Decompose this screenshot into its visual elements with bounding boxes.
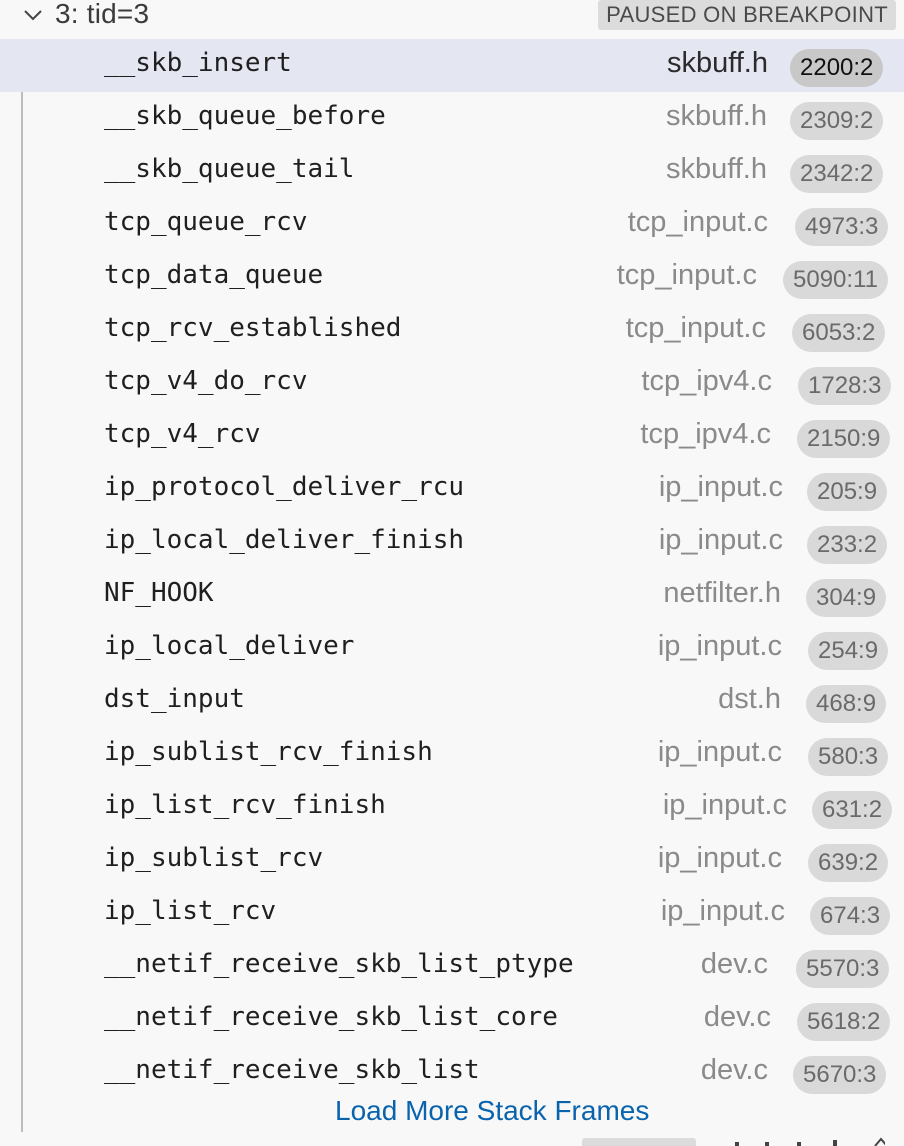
- frame-file-name: skbuff.h: [666, 47, 768, 79]
- frame-line-badge: 2150:9: [797, 420, 891, 458]
- frame-line-badge: 4973:3: [795, 208, 889, 246]
- frame-file-name: netfilter.h: [663, 577, 781, 609]
- frame-function-name: __skb_insert: [104, 48, 292, 78]
- frame-line-badge: 304:9: [806, 579, 887, 617]
- frame-file-name: skbuff.h: [665, 153, 767, 185]
- frame-file-name: tcp_input.c: [627, 206, 768, 238]
- frame-function-name: __netif_receive_skb_list: [104, 1055, 480, 1085]
- frame-line-badge: 254:9: [808, 632, 889, 670]
- frame-function-name: ip_protocol_deliver_rcu: [104, 472, 465, 502]
- stack-frame-row[interactable]: tcp_v4_do_rcv tcp_ipv4.c 1728:3: [0, 357, 904, 410]
- frame-file-name: tcp_input.c: [625, 312, 766, 344]
- frame-function-name: ip_local_deliver: [104, 631, 355, 661]
- frame-function-name: dst_input: [104, 684, 245, 714]
- frame-file-name: ip_input.c: [660, 895, 785, 927]
- stack-frame-row[interactable]: tcp_queue_rcv tcp_input.c 4973:3: [0, 198, 904, 251]
- stack-frame-row[interactable]: __skb_insert skbuff.h 2200:2: [0, 39, 904, 92]
- stack-frame-row[interactable]: ip_sublist_rcv_finish ip_input.c 580:3: [0, 728, 904, 781]
- chevron-down-icon[interactable]: [22, 4, 44, 26]
- frame-line-badge: 580:3: [808, 738, 889, 776]
- frame-function-name: __skb_queue_tail: [104, 154, 355, 184]
- frame-line-badge: 2200:2: [790, 49, 884, 87]
- stack-frame-row[interactable]: __skb_queue_before skbuff.h 2309:2: [0, 92, 904, 145]
- stack-frame-row[interactable]: ip_list_rcv ip_input.c 674:3: [0, 887, 904, 940]
- frame-line-badge: 468:9: [806, 685, 887, 723]
- frame-function-name: tcp_rcv_established: [104, 313, 402, 343]
- frame-line-badge: 631:2: [812, 791, 893, 829]
- stack-frame-row[interactable]: __netif_receive_skb_list_ptype dev.c 5570:…: [0, 940, 904, 993]
- frame-line-badge: 5570:3: [796, 950, 890, 988]
- frame-file-name: ip_input.c: [662, 789, 787, 821]
- stack-frame-row[interactable]: __netif_receive_skb_list_core dev.c 5618:2: [0, 993, 904, 1046]
- frame-function-name: tcp_v4_do_rcv: [104, 366, 308, 396]
- frame-line-badge: 674:3: [810, 897, 891, 935]
- frame-file-name: tcp_input.c: [616, 259, 757, 291]
- stack-frame-row[interactable]: ip_local_deliver_finish ip_input.c 233:2: [0, 516, 904, 569]
- frame-function-name: __skb_queue_before: [104, 101, 386, 131]
- frame-function-name: tcp_v4_rcv: [104, 419, 261, 449]
- frame-file-name: ip_input.c: [658, 471, 783, 503]
- frame-file-name: dst.h: [718, 683, 781, 715]
- frame-function-name: NF_HOOK: [104, 578, 214, 608]
- frame-line-badge: 6053:2: [792, 314, 886, 352]
- thread-header[interactable]: 3: tid=3 PAUSED ON BREAKPOINT: [0, 0, 904, 34]
- frame-line-badge: 1728:3: [798, 367, 892, 405]
- frame-file-name: tcp_ipv4.c: [640, 418, 771, 450]
- frame-line-badge: 2309:2: [790, 102, 884, 140]
- stack-frame-row[interactable]: ip_local_deliver ip_input.c 254:9: [0, 622, 904, 675]
- frame-file-name: tcp_ipv4.c: [641, 365, 772, 397]
- frame-function-name: tcp_queue_rcv: [104, 207, 308, 237]
- frame-function-name: __netif_receive_skb_list_core: [104, 1002, 558, 1032]
- thread-status-badge: PAUSED ON BREAKPOINT: [598, 0, 896, 30]
- load-more-stack-frames-link[interactable]: Load More Stack Frames: [335, 1095, 649, 1127]
- frame-function-name: ip_list_rcv_finish: [104, 790, 386, 820]
- frame-function-name: tcp_data_queue: [104, 260, 324, 290]
- frame-line-badge: 5670:3: [793, 1056, 887, 1094]
- stack-frame-row[interactable]: dst_input dst.h 468:9: [0, 675, 904, 728]
- frame-function-name: ip_sublist_rcv: [104, 843, 324, 873]
- call-stack-panel: 3: tid=3 PAUSED ON BREAKPOINT __skb_inse…: [0, 0, 904, 1146]
- frame-function-name: ip_list_rcv: [104, 896, 277, 926]
- next-thread-row-edge: [735, 1137, 885, 1146]
- frame-line-badge: 2342:2: [790, 155, 884, 193]
- frame-function-name: __netif_receive_skb_list_ptype: [104, 949, 574, 979]
- stack-frame-list: __skb_insert skbuff.h 2200:2 __skb_queue_be…: [0, 39, 904, 1099]
- frame-file-name: dev.c: [700, 948, 768, 980]
- stack-frame-row[interactable]: ip_list_rcv_finish ip_input.c 631:2: [0, 781, 904, 834]
- frame-file-name: ip_input.c: [657, 736, 782, 768]
- next-thread-status-badge: [582, 1138, 696, 1146]
- frame-line-badge: 5618:2: [797, 1003, 891, 1041]
- frame-line-badge: 205:9: [807, 473, 888, 511]
- frame-line-badge: 233:2: [807, 526, 888, 564]
- thread-title: 3: tid=3: [55, 0, 150, 29]
- frame-function-name: ip_local_deliver_finish: [104, 525, 465, 555]
- stack-frame-row[interactable]: __netif_receive_skb_list dev.c 5670:3: [0, 1046, 904, 1099]
- frame-file-name: ip_input.c: [657, 842, 782, 874]
- frame-file-name: ip_input.c: [658, 524, 783, 556]
- stack-frame-row[interactable]: tcp_rcv_established tcp_input.c 6053:2: [0, 304, 904, 357]
- stack-frame-row[interactable]: tcp_data_queue tcp_input.c 5090:11: [0, 251, 904, 304]
- frame-file-name: dev.c: [703, 1001, 771, 1033]
- stack-frame-row[interactable]: tcp_v4_rcv tcp_ipv4.c 2150:9: [0, 410, 904, 463]
- frame-file-name: ip_input.c: [657, 630, 782, 662]
- frame-file-name: skbuff.h: [665, 100, 767, 132]
- frame-line-badge: 5090:11: [783, 261, 888, 299]
- stack-frame-row[interactable]: ip_protocol_deliver_rcu ip_input.c 205:9: [0, 463, 904, 516]
- frame-file-name: dev.c: [700, 1054, 768, 1086]
- stack-frame-row[interactable]: ip_sublist_rcv ip_input.c 639:2: [0, 834, 904, 887]
- stack-frame-row[interactable]: NF_HOOK netfilter.h 304:9: [0, 569, 904, 622]
- frame-function-name: ip_sublist_rcv_finish: [104, 737, 433, 767]
- stack-frame-row[interactable]: __skb_queue_tail skbuff.h 2342:2: [0, 145, 904, 198]
- frame-line-badge: 639:2: [808, 844, 889, 882]
